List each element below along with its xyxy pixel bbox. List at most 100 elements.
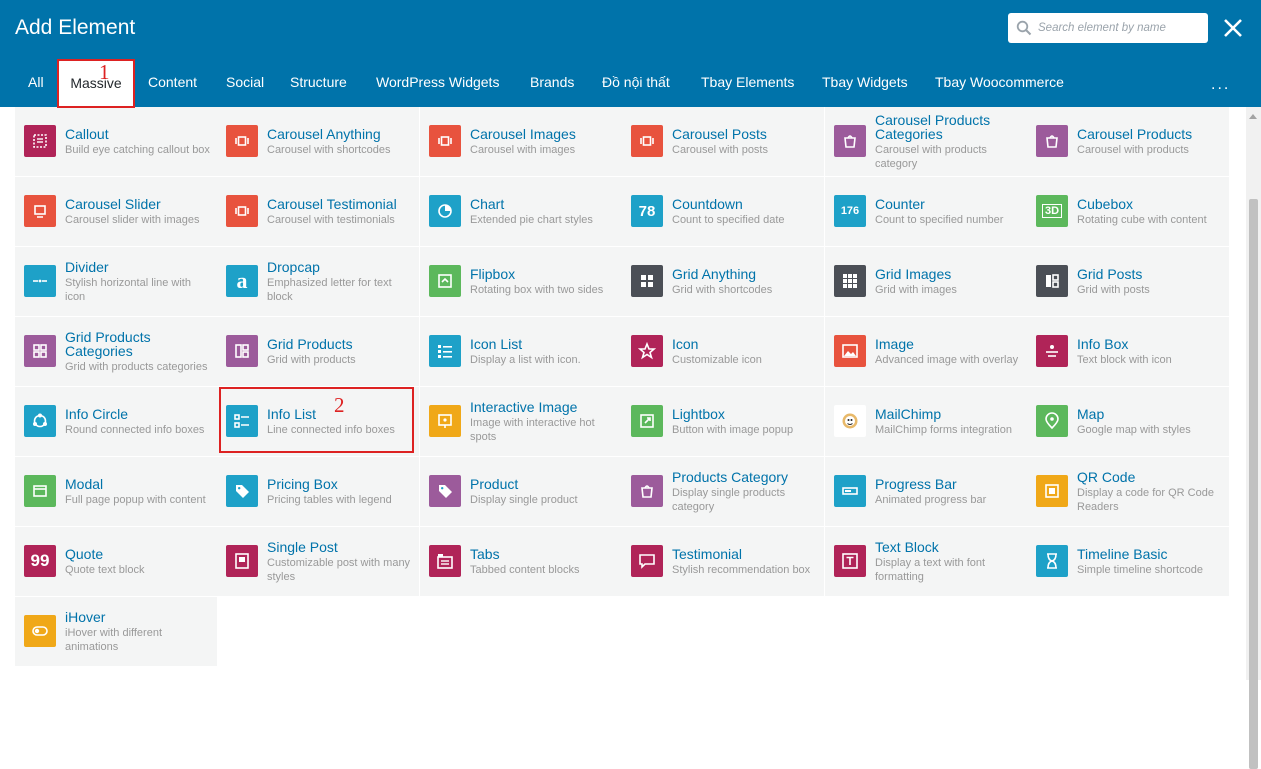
element-text: Text Block Display a text with font forma… <box>875 527 1023 596</box>
element-card-carousel-images[interactable]: Carousel Images Carousel with images <box>420 107 622 176</box>
tab-do-noi-that[interactable]: Đồ nội thất <box>602 60 670 107</box>
grid4-icon <box>631 265 663 297</box>
element-card-info-list[interactable]: Info List Line connected info boxes <box>217 387 419 456</box>
tab-social[interactable]: Social <box>226 60 264 107</box>
element-card-ihover[interactable]: iHover iHover with different animations <box>15 597 217 666</box>
element-card-quote[interactable]: 99 Quote Quote text block <box>15 527 217 596</box>
element-card-flipbox[interactable]: Flipbox Rotating box with two sides <box>420 247 622 316</box>
element-card-tabs[interactable]: Tabs Tabbed content blocks <box>420 527 622 596</box>
element-description: Google map with styles <box>1077 423 1191 436</box>
element-card-pricing-box[interactable]: Pricing Box Pricing tables with legend <box>217 457 419 526</box>
element-description: Carousel with posts <box>672 143 768 156</box>
element-text: Map Google map with styles <box>1077 387 1225 456</box>
element-description: Carousel slider with images <box>65 213 200 226</box>
element-card-interactive-image[interactable]: Interactive Image Image with interactive … <box>420 387 622 456</box>
element-name: Image <box>875 335 914 352</box>
element-name: Callout <box>65 125 109 142</box>
tab-tbay-widgets[interactable]: Tbay Widgets <box>822 60 908 107</box>
element-card-image[interactable]: Image Advanced image with overlay <box>825 317 1027 386</box>
element-card-carousel-anything[interactable]: Carousel Anything Carousel with shortcode… <box>217 107 419 176</box>
element-name: Grid Anything <box>672 265 757 282</box>
element-name: Tabs <box>470 545 500 562</box>
tabs-icon <box>429 545 461 577</box>
element-description: Grid with posts <box>1077 283 1150 296</box>
hourglass-icon <box>1036 545 1068 577</box>
element-text: Timeline Basic Simple timeline shortcode <box>1077 527 1225 596</box>
element-card-cubebox[interactable]: 3D Cubebox Rotating cube with content <box>1027 177 1229 246</box>
tab-all[interactable]: All <box>28 60 44 107</box>
tab-tbay-elements[interactable]: Tbay Elements <box>701 60 794 107</box>
info-box-icon <box>1036 335 1068 367</box>
scroll-up-arrow-icon[interactable] <box>1249 114 1257 119</box>
tab-massive[interactable]: Massive <box>58 61 134 107</box>
element-card-mailchimp[interactable]: MailChimp MailChimp forms integration <box>825 387 1027 456</box>
element-card-carousel-testimonial[interactable]: Carousel Testimonial Carousel with testim… <box>217 177 419 246</box>
element-card-icon[interactable]: Icon Customizable icon <box>622 317 824 386</box>
element-card-timeline-basic[interactable]: Timeline Basic Simple timeline shortcode <box>1027 527 1229 596</box>
element-card-grid-products-categories[interactable]: Grid Products Categories Grid with produc… <box>15 317 217 386</box>
element-card-grid-images[interactable]: Grid Images Grid with images <box>825 247 1027 316</box>
element-name: Quote <box>65 545 104 562</box>
element-card-callout[interactable]: Callout Build eye catching callout box <box>15 107 217 176</box>
more-tabs-button[interactable]: ... <box>1211 60 1230 107</box>
element-card-icon-list[interactable]: Icon List Display a list with icon. <box>420 317 622 386</box>
element-text: Cubebox Rotating cube with content <box>1077 177 1225 246</box>
element-name: Map <box>1077 405 1105 422</box>
element-card-counter[interactable]: 176 Counter Count to specified number <box>825 177 1027 246</box>
element-card-grid-posts[interactable]: Grid Posts Grid with posts <box>1027 247 1229 316</box>
tab-wordpress-widgets[interactable]: WordPress Widgets <box>376 60 499 107</box>
element-description: Customizable post with many styles <box>267 556 411 583</box>
element-card-carousel-products-categories[interactable]: Carousel Products Categories Carousel wit… <box>825 107 1027 176</box>
element-name: Countdown <box>672 195 743 212</box>
element-card-single-post[interactable]: Single Post Customizable post with many s… <box>217 527 419 596</box>
element-card-product[interactable]: Product Display single product <box>420 457 622 526</box>
element-card-carousel-products[interactable]: Carousel Products Carousel with products <box>1027 107 1229 176</box>
modal-header: Add Element All Massive Content Social S… <box>0 0 1261 107</box>
scrollbar[interactable] <box>1246 107 1261 769</box>
element-card-text-block[interactable]: Text Block Display a text with font forma… <box>825 527 1027 596</box>
tab-structure[interactable]: Structure <box>290 60 347 107</box>
element-text: QR Code Display a code for QR Code Reader… <box>1077 457 1225 526</box>
element-card-lightbox[interactable]: Lightbox Button with image popup <box>622 387 824 456</box>
element-name: Icon <box>672 335 699 352</box>
element-name: Carousel Posts <box>672 125 767 142</box>
element-card-info-box[interactable]: Info Box Text block with icon <box>1027 317 1229 386</box>
category-tabs: All Massive Content Social Structure Wor… <box>0 60 1261 107</box>
element-card-divider[interactable]: Divider Stylish horizontal line with icon <box>15 247 217 316</box>
search-box[interactable] <box>1008 13 1208 43</box>
image-icon <box>834 335 866 367</box>
element-card-carousel-posts[interactable]: Carousel Posts Carousel with posts <box>622 107 824 176</box>
element-name: Grid Posts <box>1077 265 1143 282</box>
tab-content[interactable]: Content <box>148 60 197 107</box>
element-card-testimonial[interactable]: Testimonial Stylish recommendation box <box>622 527 824 596</box>
element-card-grid-products[interactable]: Grid Products Grid with products <box>217 317 419 386</box>
element-card-qr-code[interactable]: QR Code Display a code for QR Code Reader… <box>1027 457 1229 526</box>
element-name: Grid Images <box>875 265 952 282</box>
element-name: iHover <box>65 608 106 625</box>
element-card-info-circle[interactable]: Info Circle Round connected info boxes <box>15 387 217 456</box>
close-icon[interactable] <box>1220 15 1246 41</box>
element-name: Modal <box>65 475 104 492</box>
element-card-carousel-slider[interactable]: Carousel Slider Carousel slider with imag… <box>15 177 217 246</box>
element-card-progress-bar[interactable]: Progress Bar Animated progress bar <box>825 457 1027 526</box>
element-card-chart[interactable]: Chart Extended pie chart styles <box>420 177 622 246</box>
element-description: Grid with images <box>875 283 957 296</box>
element-card-modal[interactable]: Modal Full page popup with content <box>15 457 217 526</box>
element-description: Text block with icon <box>1077 353 1172 366</box>
search-input[interactable] <box>1038 13 1203 43</box>
element-text: Pricing Box Pricing tables with legend <box>267 457 415 526</box>
scrollbar-thumb[interactable] <box>1249 199 1258 769</box>
element-card-products-category[interactable]: Products Category Display single products… <box>622 457 824 526</box>
element-description: Build eye catching callout box <box>65 143 210 156</box>
speech-bubble-icon <box>631 545 663 577</box>
element-card-map[interactable]: Map Google map with styles <box>1027 387 1229 456</box>
element-card-dropcap[interactable]: a Dropcap Emphasized letter for text block <box>217 247 419 316</box>
element-card-grid-anything[interactable]: Grid Anything Grid with shortcodes <box>622 247 824 316</box>
element-text: Icon Customizable icon <box>672 317 820 386</box>
element-name: Counter <box>875 195 925 212</box>
tab-brands[interactable]: Brands <box>530 60 574 107</box>
element-description: Carousel with images <box>470 143 576 156</box>
tab-tbay-woocommerce[interactable]: Tbay Woocommerce <box>935 60 1064 107</box>
ihover-icon <box>24 615 56 647</box>
element-card-countdown[interactable]: 78 Countdown Count to specified date <box>622 177 824 246</box>
